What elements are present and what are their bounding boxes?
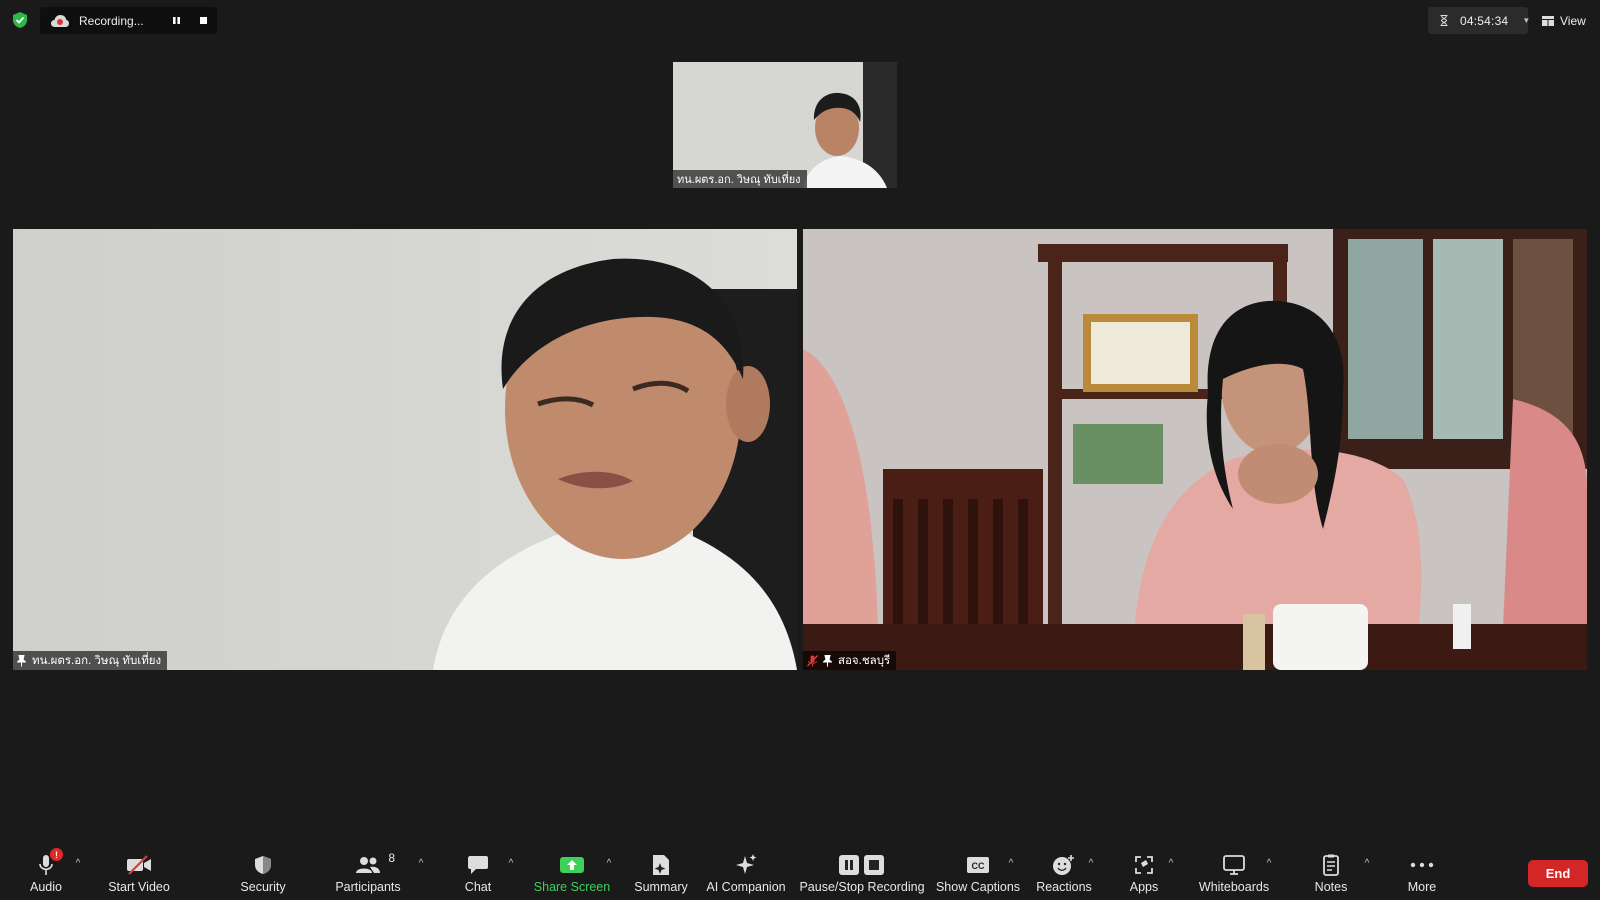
microphone-icon: !	[38, 848, 63, 878]
show-captions-label: Show Captions	[935, 880, 1021, 894]
participants-count: 8	[388, 851, 395, 865]
participants-button[interactable]: 8 Participants	[334, 845, 402, 900]
shield-icon	[254, 852, 272, 878]
audio-options-caret[interactable]: ^	[73, 858, 83, 869]
share-screen-icon	[559, 852, 585, 878]
audio-label: Audio	[30, 880, 62, 894]
left-video-tile[interactable]: ทน.ผตร.อก. วิษณุ ทับเที่ยง	[13, 229, 797, 670]
left-participant-name: ทน.ผตร.อก. วิษณุ ทับเที่ยง	[32, 654, 162, 667]
whiteboard-icon	[1222, 852, 1246, 878]
view-label: View	[1560, 13, 1586, 28]
notes-label: Notes	[1314, 880, 1348, 894]
security-label: Security	[240, 880, 286, 894]
svg-text:CC: CC	[972, 861, 985, 871]
participants-label: Participants	[335, 880, 401, 894]
muted-mic-icon	[807, 654, 819, 667]
ai-companion-button[interactable]: AI Companion	[706, 845, 786, 900]
video-off-icon	[125, 852, 153, 878]
notes-button[interactable]: Notes	[1312, 845, 1350, 900]
reactions-button[interactable]: Reactions	[1036, 845, 1092, 900]
summary-button[interactable]: Summary	[632, 845, 690, 900]
notes-options-caret[interactable]: ^	[1362, 858, 1372, 869]
pause-stop-recording-button[interactable]: Pause/Stop Recording	[799, 845, 925, 900]
security-button[interactable]: Security	[235, 845, 291, 900]
hourglass-icon	[1440, 15, 1448, 27]
right-video-tile[interactable]: สอจ.ชลบุรี	[803, 229, 1587, 670]
chevron-down-icon[interactable]: ▼	[1522, 16, 1530, 25]
end-meeting-button[interactable]: End	[1528, 860, 1588, 887]
more-button[interactable]: More	[1404, 845, 1440, 900]
apps-button[interactable]: Apps	[1128, 845, 1160, 900]
share-screen-label: Share Screen	[533, 880, 611, 894]
right-participant-name: สอจ.ชลบุรี	[838, 654, 891, 667]
apps-options-caret[interactable]: ^	[1166, 858, 1176, 869]
captions-cc-icon: CC	[966, 852, 990, 878]
pause-recording-button[interactable]	[168, 12, 185, 29]
notes-icon	[1321, 852, 1341, 878]
start-video-label: Start Video	[108, 880, 170, 894]
left-name-tag: ทน.ผตร.อก. วิษณุ ทับเที่ยง	[13, 651, 168, 670]
meeting-timer[interactable]: 04:54:34 ▼	[1428, 7, 1530, 34]
pin-icon	[17, 654, 27, 667]
view-grid-icon	[1542, 15, 1554, 26]
summary-label: Summary	[634, 880, 688, 894]
pin-icon	[823, 654, 833, 667]
right-video-frame	[803, 229, 1587, 670]
sparkle-icon	[734, 852, 758, 878]
share-screen-options-caret[interactable]: ^	[604, 858, 614, 869]
encryption-shield-icon[interactable]	[11, 11, 29, 29]
chat-options-caret[interactable]: ^	[506, 858, 516, 869]
more-label: More	[1407, 880, 1437, 894]
pause-stop-icon	[838, 852, 886, 878]
summary-document-icon	[651, 852, 671, 878]
cloud-recording-icon	[50, 13, 70, 29]
show-captions-button[interactable]: CC Show Captions	[936, 845, 1020, 900]
participants-options-caret[interactable]: ^	[416, 858, 426, 869]
participants-icon: 8	[355, 851, 395, 878]
reactions-label: Reactions	[1036, 880, 1092, 894]
recording-label: Recording...	[79, 13, 144, 28]
audio-button[interactable]: ! Audio	[26, 845, 66, 900]
right-name-tag: สอจ.ชลบุรี	[803, 651, 897, 670]
whiteboards-options-caret[interactable]: ^	[1264, 858, 1274, 869]
ai-companion-label: AI Companion	[706, 880, 786, 894]
emoji-icon	[1052, 852, 1076, 878]
thumbnail-video-tile[interactable]: ทน.ผตร.อก. วิษณุ ทับเที่ยง	[673, 62, 897, 188]
share-screen-button[interactable]: Share Screen	[533, 845, 611, 900]
view-button[interactable]: View	[1534, 7, 1594, 34]
whiteboards-label: Whiteboards	[1198, 880, 1270, 894]
whiteboards-button[interactable]: Whiteboards	[1194, 845, 1274, 900]
chat-label: Chat	[464, 880, 492, 894]
stop-recording-button[interactable]	[195, 12, 212, 29]
pause-stop-recording-label: Pause/Stop Recording	[799, 880, 925, 894]
thumbnail-participant-name: ทน.ผตร.อก. วิษณุ ทับเที่ยง	[677, 174, 801, 186]
audio-warning-badge: !	[50, 848, 63, 861]
timer-value: 04:54:34	[1460, 13, 1509, 28]
left-video-frame	[13, 229, 797, 670]
start-video-button[interactable]: Start Video	[103, 845, 175, 900]
meeting-toolbar: ! Audio ^ Start Video Security 8 Partici…	[0, 845, 1600, 900]
more-dots-icon	[1410, 852, 1434, 878]
chat-button[interactable]: Chat	[460, 845, 496, 900]
apps-label: Apps	[1129, 880, 1159, 894]
thumbnail-name-tag: ทน.ผตร.อก. วิษณุ ทับเที่ยง	[673, 170, 807, 188]
reactions-options-caret[interactable]: ^	[1086, 858, 1096, 869]
recording-indicator: Recording...	[40, 7, 217, 34]
captions-options-caret[interactable]: ^	[1006, 858, 1016, 869]
apps-icon	[1134, 852, 1154, 878]
chat-bubble-icon	[467, 852, 489, 878]
